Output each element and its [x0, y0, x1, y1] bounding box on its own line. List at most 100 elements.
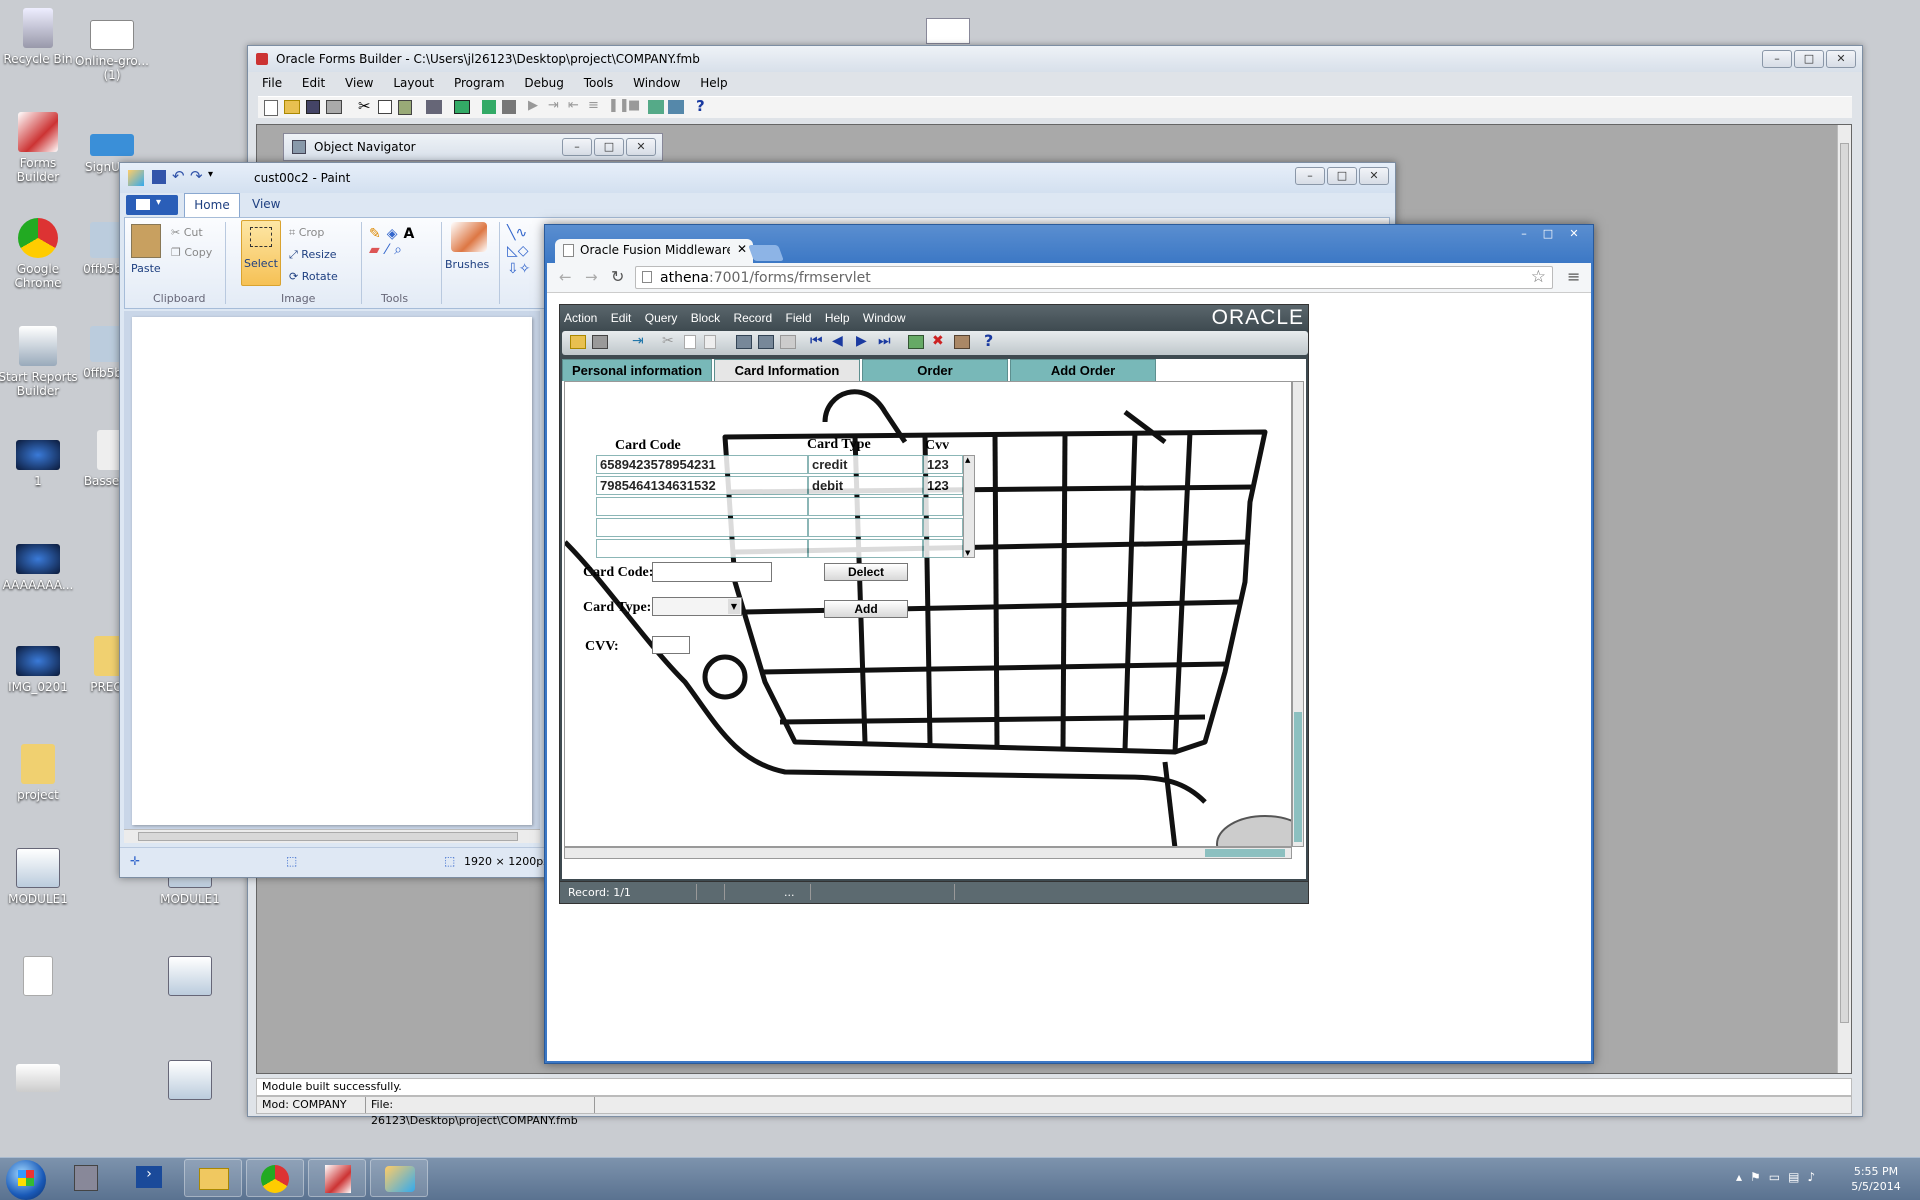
fill-icon[interactable]: ◈: [387, 226, 404, 242]
cell-card-code[interactable]: [596, 497, 808, 516]
desktop-icon-forms-module[interactable]: [142, 1060, 238, 1104]
canvas-horizontal-scrollbar[interactable]: [124, 829, 540, 843]
maximize-button[interactable]: □: [1794, 50, 1824, 68]
canvas-horizontal-scrollbar[interactable]: [564, 847, 1292, 859]
start-button[interactable]: [6, 1160, 46, 1200]
star-shape-icon[interactable]: ✧: [519, 261, 531, 277]
cell-cvv[interactable]: [923, 497, 963, 516]
paste-button-label[interactable]: Paste: [131, 262, 161, 275]
cell-card-type[interactable]: credit: [808, 455, 923, 474]
minimize-button[interactable]: –: [1762, 50, 1792, 68]
chevron-down-icon[interactable]: ▼: [728, 599, 740, 614]
forms-module-icon[interactable]: [926, 18, 970, 44]
first-record-icon[interactable]: ⏮: [810, 333, 823, 349]
cut-icon[interactable]: ✂: [662, 333, 674, 349]
select-button[interactable]: Select: [241, 220, 281, 286]
cell-card-type[interactable]: debit: [808, 476, 923, 495]
card-type-select[interactable]: ▼: [652, 597, 742, 616]
delete-button[interactable]: Delect: [824, 563, 908, 581]
browser-tab[interactable]: Oracle Fusion Middleware ✕: [555, 239, 753, 263]
taskbar-server-manager[interactable]: [60, 1159, 118, 1197]
menu-edit[interactable]: Edit: [611, 311, 632, 325]
print-icon[interactable]: [326, 100, 342, 114]
paste-icon[interactable]: [131, 224, 161, 258]
brushes-label[interactable]: Brushes: [445, 258, 489, 271]
color-picker-icon[interactable]: ⁄: [386, 242, 394, 258]
cell-card-code[interactable]: 7985464134631532: [596, 476, 808, 495]
add-button[interactable]: Add: [824, 600, 908, 618]
tab-personal-information[interactable]: Personal information: [562, 359, 712, 381]
minimize-button[interactable]: –: [1513, 227, 1535, 243]
close-tab-icon[interactable]: ✕: [737, 242, 747, 256]
open-icon[interactable]: [284, 100, 300, 114]
save-icon[interactable]: [570, 335, 586, 349]
execute-query-icon[interactable]: [758, 335, 774, 349]
step-over-icon[interactable]: ⇥: [548, 98, 559, 113]
scroll-down-icon[interactable]: ▼: [965, 549, 970, 557]
print-icon[interactable]: [592, 335, 608, 349]
cell-card-code[interactable]: [596, 539, 808, 558]
show-hidden-icons-icon[interactable]: ▴: [1736, 1170, 1750, 1184]
menu-record[interactable]: Record: [733, 311, 772, 325]
customize-quick-access-icon[interactable]: ▾: [208, 169, 213, 180]
desktop-icon-online-grocery[interactable]: Online-gro... (1): [64, 20, 160, 82]
insert-record-icon[interactable]: [908, 335, 924, 349]
close-button[interactable]: ✕: [1359, 167, 1389, 185]
last-record-icon[interactable]: ⏭: [878, 333, 891, 349]
crop-button[interactable]: ⌗ Crop: [289, 226, 324, 240]
maximize-button[interactable]: □: [1327, 167, 1357, 185]
cut-button[interactable]: ✂ Cut: [171, 226, 203, 239]
menu-program[interactable]: Program: [454, 76, 505, 90]
paint-application-menu-button[interactable]: ▾: [126, 195, 178, 215]
volume-icon[interactable]: ♪: [1807, 1170, 1823, 1184]
pl-sql-editor-icon[interactable]: [668, 100, 684, 114]
cell-card-type[interactable]: [808, 497, 923, 516]
save-icon[interactable]: [152, 170, 166, 184]
taskbar-chrome[interactable]: [246, 1159, 304, 1197]
triangle-shape-icon[interactable]: ◺: [507, 243, 518, 259]
canvas-vertical-scrollbar[interactable]: [1292, 381, 1304, 847]
menu-view[interactable]: View: [345, 76, 373, 90]
action-center-flag-icon[interactable]: ⚑: [1750, 1170, 1769, 1184]
eraser-icon[interactable]: ▰: [369, 242, 386, 258]
menu-query[interactable]: Query: [645, 311, 678, 325]
desktop-icon-project[interactable]: project: [0, 744, 86, 802]
new-tab-button[interactable]: [748, 245, 784, 261]
address-bar[interactable]: athena:7001/forms/frmservlet ☆: [635, 266, 1553, 289]
previous-record-icon[interactable]: ◀: [832, 333, 843, 349]
lock-record-icon[interactable]: [954, 335, 970, 349]
taskbar-powershell[interactable]: ›: [122, 1159, 180, 1197]
cell-card-type[interactable]: [808, 518, 923, 537]
compile-icon[interactable]: [454, 100, 470, 114]
maximize-button[interactable]: □: [1537, 227, 1559, 243]
brushes-icon[interactable]: [451, 222, 487, 252]
table-scrollbar[interactable]: ▲ ▼: [963, 455, 975, 558]
menu-edit[interactable]: Edit: [302, 76, 325, 90]
redo-icon[interactable]: ↷: [190, 167, 203, 185]
menu-layout[interactable]: Layout: [393, 76, 434, 90]
paste-icon[interactable]: [398, 100, 412, 115]
tab-view[interactable]: View: [252, 197, 280, 211]
layout-editor-icon[interactable]: [648, 100, 664, 114]
cell-card-code[interactable]: [596, 518, 808, 537]
enter-query-icon[interactable]: [736, 335, 752, 349]
reload-icon[interactable]: ↻: [611, 267, 624, 286]
cut-icon[interactable]: ✂: [358, 97, 371, 115]
tab-add-order[interactable]: Add Order: [1010, 359, 1156, 381]
paint-canvas[interactable]: [132, 317, 532, 825]
diamond-shape-icon[interactable]: ◇: [518, 243, 529, 259]
paint-titlebar[interactable]: ↶ ↷ ▾ cust00c2 - Paint – □ ✕: [120, 163, 1395, 193]
new-icon[interactable]: [264, 100, 278, 116]
menu-help[interactable]: Help: [825, 311, 850, 325]
cell-card-type[interactable]: [808, 539, 923, 558]
debug-icon[interactable]: [482, 100, 496, 114]
clock[interactable]: 5:55 PM 5/5/2014: [1838, 1164, 1914, 1194]
taskbar-explorer[interactable]: [184, 1159, 242, 1197]
taskbar-forms-builder[interactable]: [308, 1159, 366, 1197]
tab-card-information[interactable]: Card Information: [714, 359, 860, 381]
text-icon[interactable]: A: [404, 226, 421, 242]
cell-cvv[interactable]: [923, 518, 963, 537]
copy-button[interactable]: ❐ Copy: [171, 246, 212, 259]
undo-icon[interactable]: ↶: [172, 167, 185, 185]
tab-order[interactable]: Order: [862, 359, 1008, 381]
